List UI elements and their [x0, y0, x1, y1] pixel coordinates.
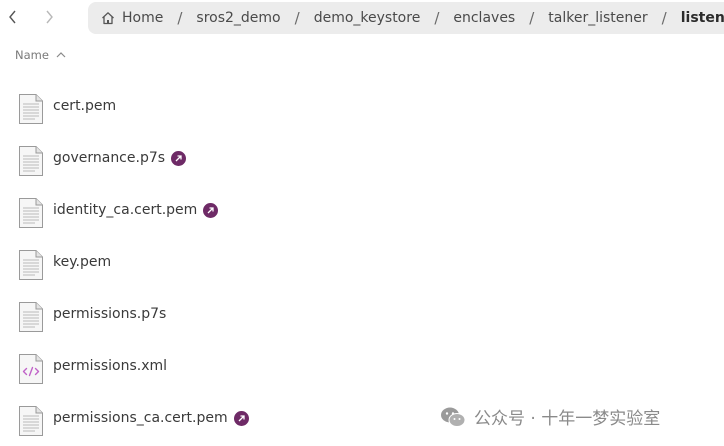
list-item[interactable]: identity_ca.cert.pem — [0, 186, 724, 238]
breadcrumb-separator: / — [294, 9, 300, 27]
file-name-text: permissions.p7s — [53, 306, 167, 322]
column-header-name[interactable]: Name — [15, 46, 66, 64]
watermark: 公众号 · 十年一梦实验室 — [440, 404, 660, 429]
text-file-icon — [17, 301, 45, 333]
breadcrumb-item-enclaves[interactable]: enclaves — [453, 10, 515, 26]
symlink-arrow-icon — [171, 150, 187, 166]
file-name: permissions.p7s — [53, 306, 166, 322]
breadcrumb-label: Home — [122, 10, 164, 26]
breadcrumb-item-demo-keystore[interactable]: demo_keystore — [314, 10, 421, 26]
list-item[interactable]: permissions.p7s — [0, 290, 724, 342]
file-name-text: cert.pem — [53, 98, 117, 114]
file-name: governance.p7s — [53, 150, 187, 166]
forward-button[interactable] — [36, 4, 62, 30]
chevron-left-icon — [9, 10, 16, 24]
breadcrumb-separator: / — [177, 9, 183, 27]
list-item[interactable]: governance.p7s — [0, 134, 724, 186]
text-file-icon — [17, 145, 45, 177]
breadcrumb-item-listener[interactable]: listener — [681, 10, 724, 26]
file-name-text: identity_ca.cert.pem — [53, 202, 198, 218]
file-name-text: permissions.xml — [53, 358, 168, 374]
wechat-logo-icon — [440, 406, 466, 428]
file-name: cert.pem — [53, 98, 116, 114]
chevron-up-icon — [56, 51, 66, 59]
file-name: identity_ca.cert.pem — [53, 202, 219, 218]
symlink-arrow-icon — [203, 202, 219, 218]
file-name-text: governance.p7s — [53, 150, 166, 166]
list-item[interactable]: key.pem — [0, 238, 724, 290]
list-item[interactable]: cert.pem — [0, 82, 724, 134]
breadcrumb-separator: / — [661, 9, 667, 27]
header-bar: Home / sros2_demo / demo_keystore / encl… — [0, 0, 724, 36]
text-file-icon — [17, 197, 45, 229]
file-name: permissions.xml — [53, 358, 167, 374]
text-file-icon — [17, 249, 45, 281]
breadcrumb-separator: / — [529, 9, 535, 27]
chevron-right-icon — [46, 10, 53, 24]
breadcrumb-home[interactable]: Home — [100, 10, 163, 26]
file-name: key.pem — [53, 254, 111, 270]
list-item[interactable]: permissions.xml — [0, 342, 724, 394]
xml-file-icon — [17, 353, 45, 385]
column-header-label: Name — [15, 48, 49, 62]
home-icon — [100, 10, 116, 26]
text-file-icon — [17, 93, 45, 125]
symlink-arrow-icon — [233, 410, 249, 426]
breadcrumb: Home / sros2_demo / demo_keystore / encl… — [88, 2, 724, 34]
breadcrumb-separator: / — [434, 9, 440, 27]
file-name-text: key.pem — [53, 254, 112, 270]
text-file-icon — [17, 405, 45, 437]
back-button[interactable] — [0, 4, 26, 30]
file-name-text: permissions_ca.cert.pem — [53, 410, 228, 426]
breadcrumb-item-talker-listener[interactable]: talker_listener — [548, 10, 647, 26]
file-name: permissions_ca.cert.pem — [53, 410, 249, 426]
watermark-text: 公众号 · 十年一梦实验室 — [474, 409, 661, 429]
breadcrumb-item-sros2-demo[interactable]: sros2_demo — [196, 10, 280, 26]
